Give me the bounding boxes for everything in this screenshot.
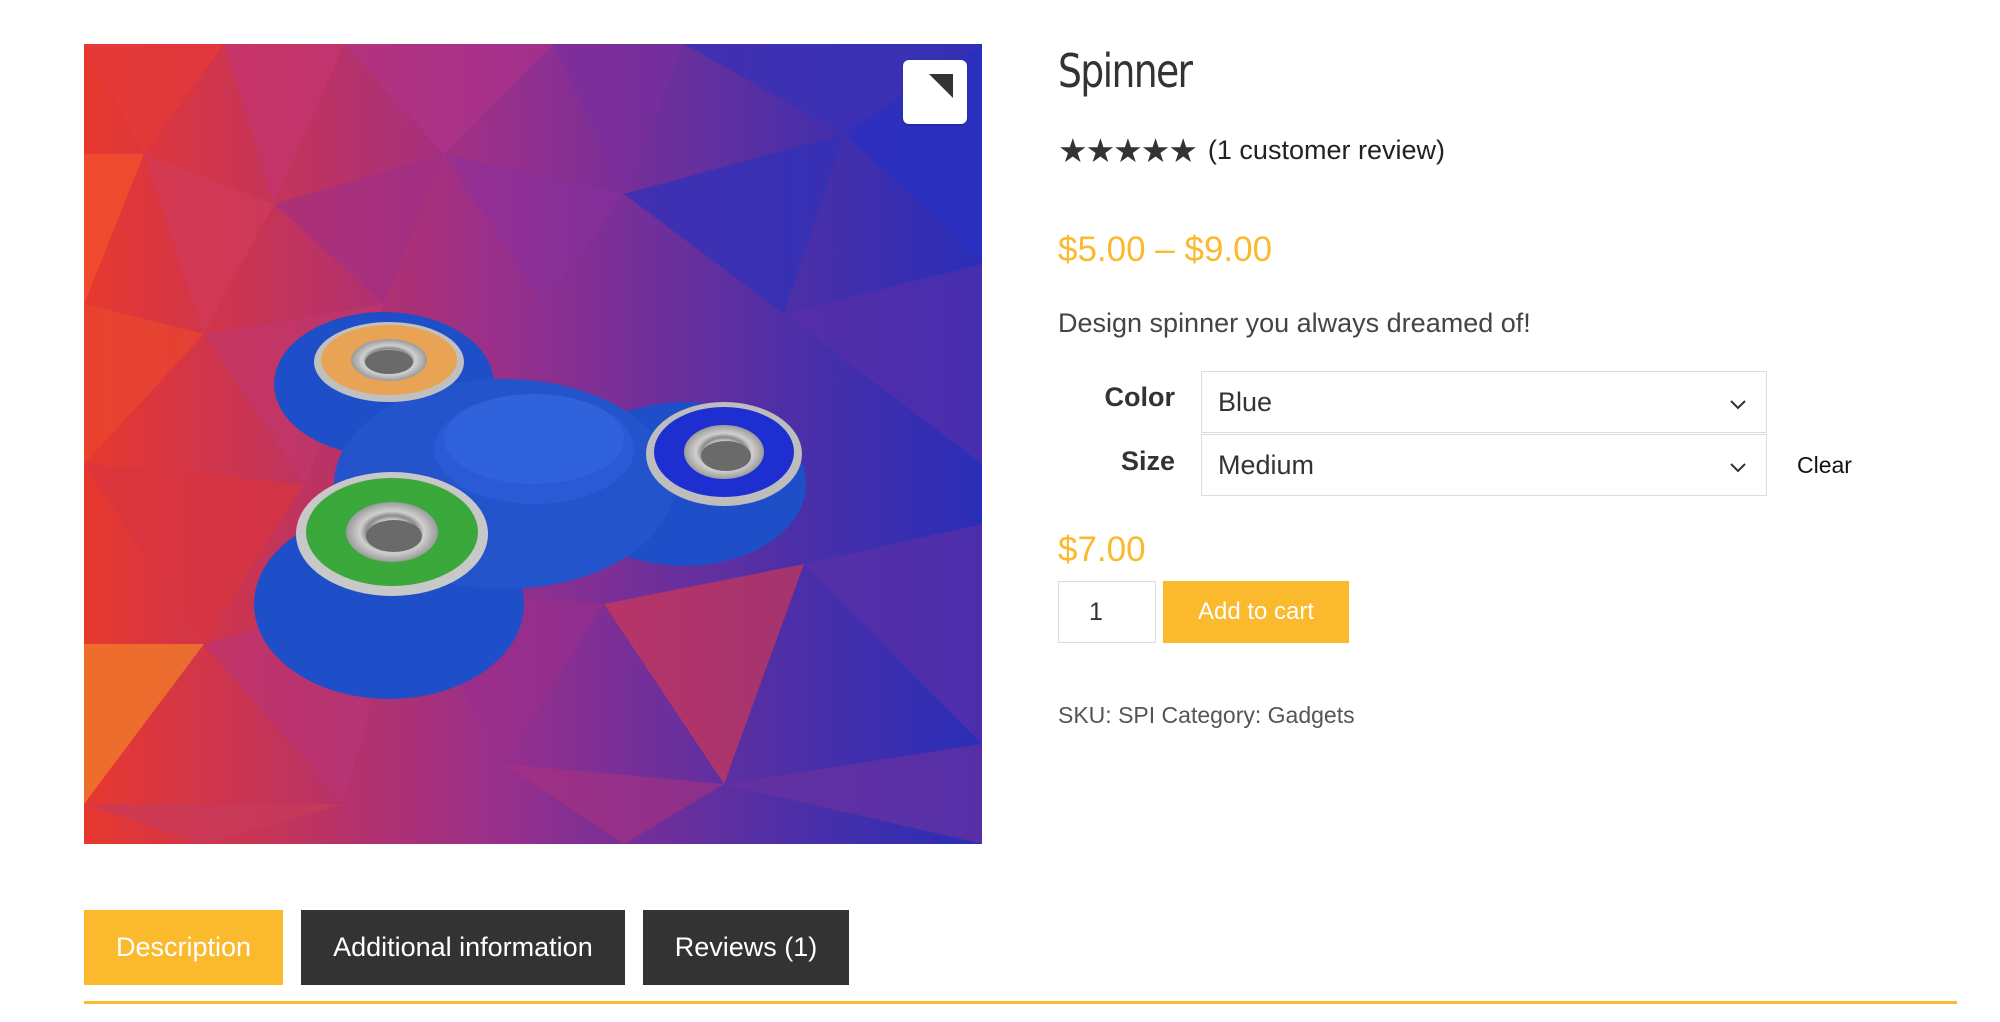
sku-label: SKU: [1058, 702, 1112, 728]
color-select-value: Blue [1218, 386, 1273, 417]
short-description: Design spinner you always dreamed of! [1058, 308, 1531, 338]
clear-variations-link[interactable]: Clear [1797, 452, 1852, 479]
chevron-down-icon [1730, 463, 1746, 473]
category-link[interactable]: Gadgets [1268, 702, 1355, 728]
tab-additional-information[interactable]: Additional information [301, 910, 625, 985]
chevron-down-icon [1730, 400, 1746, 410]
color-label: Color [1104, 382, 1176, 412]
product-meta: SKU: SPI Category: Gadgets [1058, 702, 1355, 729]
tab-description[interactable]: Description [84, 910, 284, 985]
add-to-cart-button[interactable]: Add to cart [1163, 581, 1349, 643]
size-select-value: Medium [1218, 449, 1315, 480]
product-rating: ★★★★★ (1 customer review) [1058, 134, 1445, 167]
product-image[interactable] [84, 44, 982, 844]
tabs-divider [84, 1001, 1957, 1004]
variation-price: $7.00 [1058, 530, 1146, 569]
sku-value: SPI [1118, 702, 1156, 728]
quantity-input[interactable] [1058, 581, 1156, 643]
zoom-corner-icon[interactable] [903, 60, 967, 124]
size-select[interactable]: Medium [1201, 434, 1767, 496]
star-icon: ★★★★★ [1058, 132, 1198, 169]
product-title: Spinner [1058, 44, 1193, 98]
tab-reviews[interactable]: Reviews (1) [642, 910, 850, 985]
product-photo-spinner [84, 44, 982, 844]
customer-review-link[interactable]: (1 customer review) [1208, 135, 1445, 166]
price-range: $5.00 – $9.00 [1058, 230, 1273, 269]
size-label: Size [1120, 446, 1175, 476]
color-select[interactable]: Blue [1201, 371, 1767, 433]
product-tabs: Description Additional information Revie… [84, 910, 867, 985]
category-label: Category: [1161, 702, 1262, 728]
